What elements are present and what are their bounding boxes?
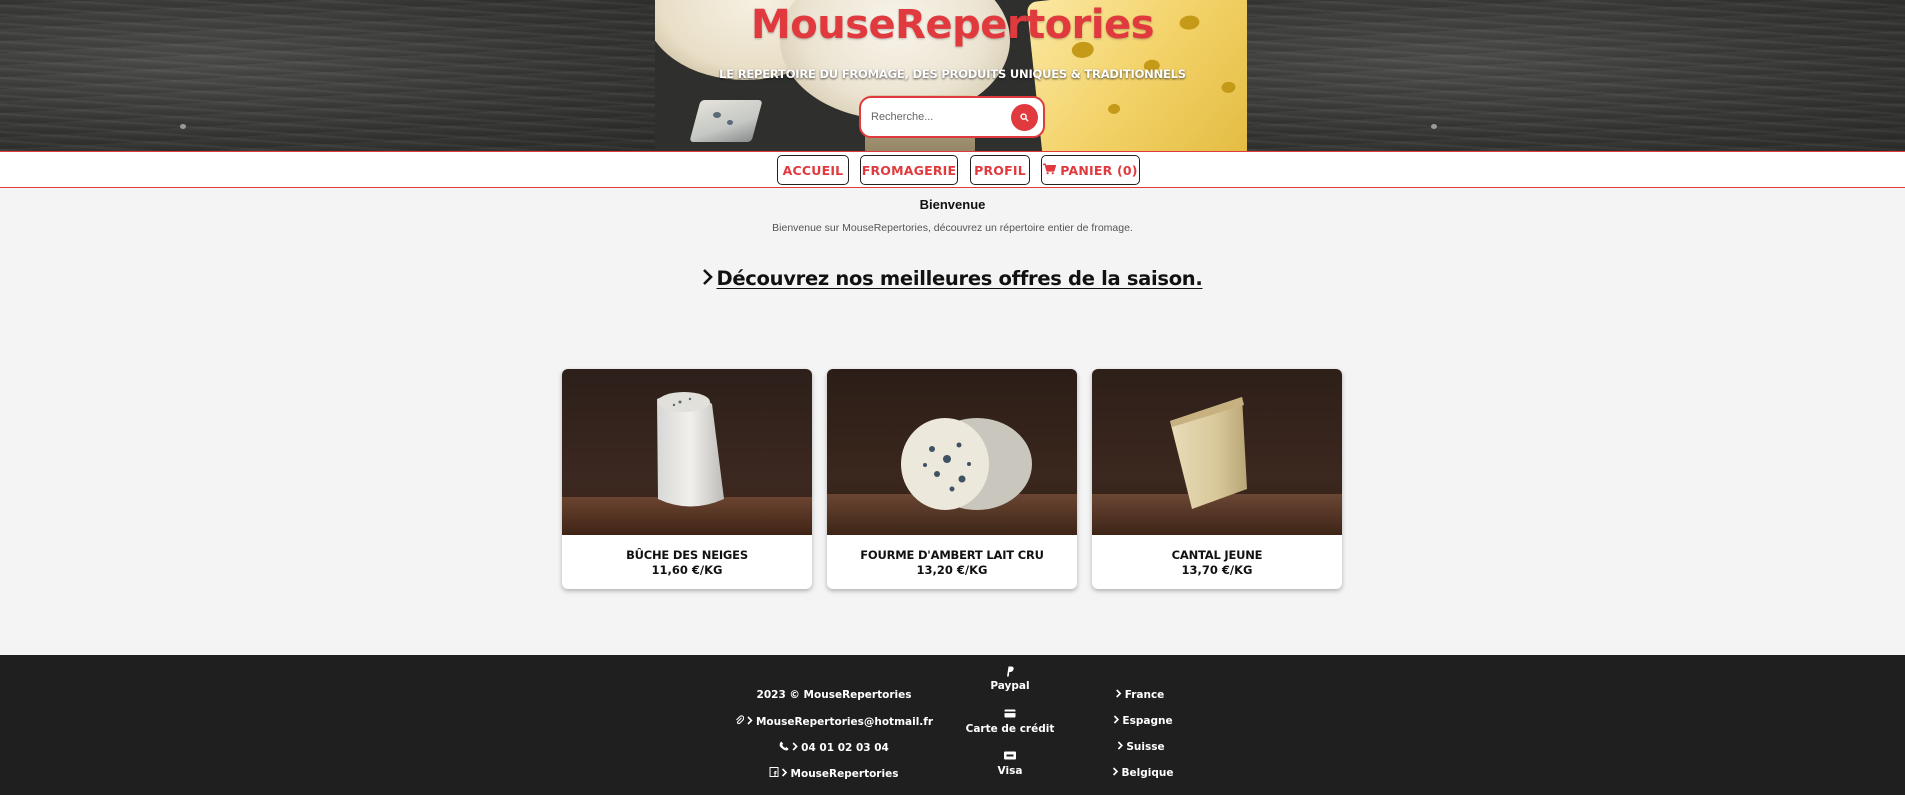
footer-country-label: Espagne: [1122, 715, 1173, 727]
payment-paypal: Paypal: [990, 680, 1029, 692]
footer-country-france[interactable]: France: [1116, 689, 1165, 701]
payment-paypal-label: Paypal: [990, 680, 1030, 692]
credit-card-icon: [1004, 709, 1016, 721]
footer-country-suisse[interactable]: Suisse: [1117, 741, 1165, 753]
footer-country-espagne[interactable]: Espagne: [1113, 715, 1173, 727]
footer-email-text: MouseRepertories@hotmail.fr: [755, 715, 934, 728]
payment-credit-card: Carte de crédit: [966, 723, 1055, 735]
product-name: CANTAL JEUNE: [1171, 548, 1263, 562]
footer-copyright: 2023 © MouseRepertories: [757, 689, 912, 701]
visa-icon: [1004, 751, 1017, 763]
footer-facebook[interactable]: MouseRepertories: [769, 767, 899, 780]
paypal-icon: [1006, 666, 1015, 680]
chevron-right-icon: [1117, 741, 1123, 753]
product-price: 13,70 €/KG: [1181, 563, 1253, 577]
footer-country-label: Belgique: [1121, 767, 1174, 779]
footer-facebook-text: MouseRepertories: [790, 767, 899, 780]
offers-link[interactable]: Découvrez nos meilleures offres de la sa…: [716, 267, 1202, 290]
product-card[interactable]: BÛCHE DES NEIGES 11,60 €/KG: [562, 369, 812, 589]
payment-visa: Visa: [998, 765, 1023, 777]
hero-banner: MouseRepertories LE REPERTOIRE DU FROMAG…: [0, 0, 1905, 151]
site-title[interactable]: MouseRepertories: [0, 2, 1905, 48]
product-name: BÛCHE DES NEIGES: [626, 548, 748, 562]
chevron-right-icon: [1116, 689, 1122, 701]
product-image-cantal: [1092, 369, 1342, 535]
product-image-buche: [562, 369, 812, 535]
nav-fromagerie[interactable]: FROMAGERIE: [860, 155, 958, 185]
footer-country-label: Suisse: [1126, 741, 1165, 753]
product-price: 13,20 €/KG: [916, 563, 988, 577]
chevron-right-icon: [1112, 767, 1119, 779]
search-bar: [859, 96, 1045, 138]
phone-icon: [779, 741, 789, 754]
footer-email[interactable]: MouseRepertories@hotmail.fr: [735, 715, 933, 728]
footer-phone-text: 04 01 02 03 04: [801, 741, 889, 754]
offers-heading[interactable]: Découvrez nos meilleures offres de la sa…: [0, 267, 1905, 291]
product-image-fourme: [827, 369, 1077, 535]
search-button[interactable]: [1011, 104, 1038, 131]
footer-phone[interactable]: 04 01 02 03 04: [779, 741, 889, 754]
facebook-icon: [769, 767, 779, 780]
chevron-right-icon: [1113, 715, 1120, 727]
search-input[interactable]: [871, 107, 1001, 127]
product-price: 11,60 €/KG: [651, 563, 723, 577]
nav-profil[interactable]: PROFIL: [970, 155, 1030, 185]
site-tagline: LE REPERTOIRE DU FROMAGE, DES PRODUITS U…: [719, 67, 1186, 81]
chevron-right-icon: [781, 767, 788, 780]
footer-copyright-text: 2023 © MouseRepertories: [756, 689, 912, 701]
product-card[interactable]: FOURME D'AMBERT LAIT CRU 13,20 €/KG: [827, 369, 1077, 589]
paperclip-icon: [735, 715, 745, 728]
nav-accueil[interactable]: ACCUEIL: [777, 155, 849, 185]
chevron-right-icon: [792, 741, 798, 754]
search-icon: [1020, 110, 1029, 125]
main-navigation: ACCUEIL FROMAGERIE PROFIL PANIER (0): [0, 151, 1905, 188]
welcome-text: Bienvenue sur MouseRepertories, découvre…: [772, 222, 1133, 234]
footer-country-belgique[interactable]: Belgique: [1112, 767, 1174, 779]
product-name: FOURME D'AMBERT LAIT CRU: [860, 548, 1044, 562]
product-card[interactable]: CANTAL JEUNE 13,70 €/KG: [1092, 369, 1342, 589]
nav-panier[interactable]: PANIER (0): [1041, 155, 1140, 185]
welcome-title: Bienvenue: [919, 197, 986, 212]
chevron-right-icon: [702, 268, 714, 291]
cart-icon: [1043, 163, 1057, 178]
payment-credit-card-label: Carte de crédit: [965, 723, 1055, 735]
nav-label: PANIER (0): [1060, 162, 1138, 178]
payment-visa-label: Visa: [997, 765, 1023, 777]
chevron-right-icon: [747, 715, 753, 728]
footer-country-label: France: [1124, 689, 1165, 701]
nav-label: PROFIL: [974, 162, 1026, 178]
nav-label: ACCUEIL: [782, 162, 844, 178]
site-footer: 2023 © MouseRepertories MouseRepertories…: [0, 655, 1905, 795]
nav-label: FROMAGERIE: [861, 162, 957, 178]
